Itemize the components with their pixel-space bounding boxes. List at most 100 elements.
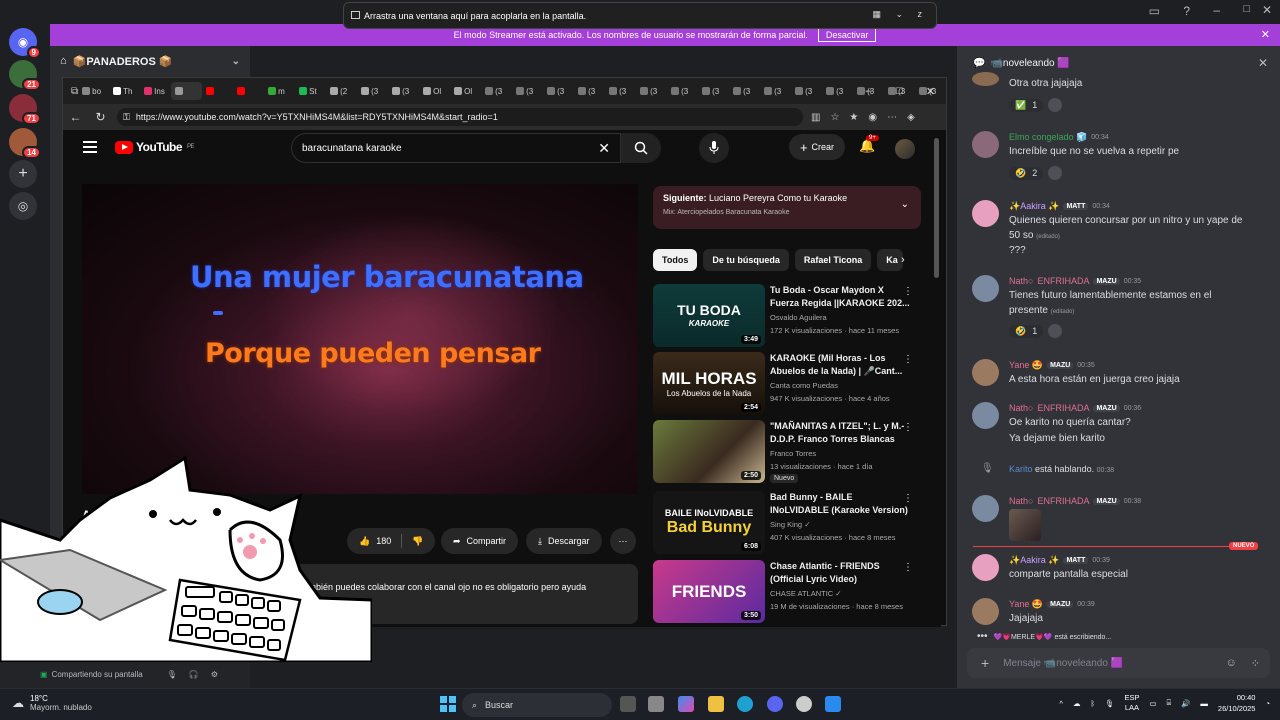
author-name[interactable]: Karito [1009,464,1033,474]
add-reaction-icon[interactable] [1048,98,1063,112]
avatar[interactable] [972,359,999,386]
apps-icon[interactable]: ⁘ [1251,657,1260,670]
site-info-icon[interactable]: ⚿ [123,112,130,123]
more-icon[interactable]: ⋮ [903,562,913,573]
discord-home-icon[interactable]: ◉ 9 [9,28,41,59]
more-icon[interactable]: ⋮ [903,286,913,297]
maximize-icon[interactable]: □ [1243,3,1250,15]
edge-icon[interactable] [737,696,753,712]
video-channel[interactable]: Franco Torres [770,449,816,458]
browser-tab[interactable] [233,82,264,100]
add-server-icon[interactable]: + [9,160,37,188]
browser-tab[interactable]: Ins [140,82,171,100]
video-thumbnail[interactable]: TU BODA KARAOKE 3:49 [653,284,765,347]
notification-icon[interactable]: ◔ [1265,699,1270,708]
clear-search-icon[interactable]: ✕ [598,140,610,157]
video-thumbnail[interactable]: FRIENDS 3:50 [653,560,765,623]
browser-tab[interactable]: (3 [729,82,760,100]
discord-icon[interactable] [767,696,783,712]
list-item[interactable]: FRIENDS 3:50 Chase Atlantic - FRIENDS (Of… [653,560,923,624]
chevron-down-icon[interactable]: ⌄ [901,199,909,210]
microphone-icon[interactable]: 🎙 [1105,699,1115,708]
message-author[interactable]: Nath○ ENFRIHADA MAZU 00:35 [1009,276,1141,286]
language-indicator[interactable]: ESP LAA [1124,693,1139,713]
message-author[interactable]: Yane 🤩 MAZU 00:35 [1009,360,1095,371]
scrollbar[interactable] [934,138,939,278]
task-view-icon[interactable] [620,696,636,712]
browser-tab[interactable]: (3 [388,82,419,100]
help-icon[interactable]: ? [1183,4,1190,18]
browser-tab[interactable] [171,82,203,100]
search-button[interactable] [621,133,661,163]
server-icon[interactable]: 71 [9,94,41,125]
browser-tab[interactable]: bo [78,82,109,100]
browser-tab[interactable]: St [295,82,326,100]
create-button[interactable]: + Crear [789,134,845,160]
browser-tab[interactable]: (3 [760,82,791,100]
browser-tab[interactable]: (3 [357,82,388,100]
server-header[interactable]: ⌂ 📦PANADEROS 📦 ⌄ [50,46,250,76]
browser-tab[interactable]: Ol [450,82,481,100]
browser-tab[interactable]: (3 [574,82,605,100]
video-channel[interactable]: CHASE ATLANTIC ✓ [770,589,842,598]
close-icon[interactable]: ✕ [1262,3,1272,17]
video-title[interactable]: Tu Boda - Oscar Maydon X Fuerza Regida ||… [770,284,910,310]
video-title[interactable]: "MAÑANITAS A ITZEL"; L. y M.- D.D.P. Fran… [770,420,910,446]
avatar[interactable] [972,72,999,86]
refresh-icon[interactable]: ↻ [88,110,113,124]
thumbs-down-icon[interactable]: 👎 [412,536,423,547]
video-thumbnail[interactable]: 2:50 [653,420,765,483]
video-thumbnail[interactable]: BAILE INoLVIDABLE Bad Bunny 6:08 [653,491,765,554]
close-banner-icon[interactable]: ✕ [1261,28,1270,41]
avatar[interactable] [972,598,999,625]
clock[interactable]: 00:40 26/10/2025 [1218,692,1256,714]
notifications-button[interactable]: 🔔 9+ [859,135,879,154]
reader-icon[interactable]: ▥ [811,112,820,123]
browser-tab[interactable]: Th [109,82,140,100]
url-field[interactable]: ⚿ https://www.youtube.com/watch?v=Y5TXNH… [117,108,803,126]
snap-layout-options[interactable]: ▦ ⌄ z [872,9,928,20]
chip-all[interactable]: Todos [653,249,698,271]
chevron-up-icon[interactable]: ^ [1059,699,1063,708]
browser-tab[interactable]: (3 [543,82,574,100]
chevron-right-icon[interactable]: › [901,254,905,266]
app-icon[interactable] [825,696,841,712]
youtube-logo[interactable]: YouTube PE [115,140,195,154]
avatar[interactable] [972,131,999,158]
more-actions-button[interactable]: ⋯ [610,528,636,554]
volume-icon[interactable]: 🔊 [1181,699,1190,708]
voice-controls[interactable]: 🎙🎧⚙ [167,670,230,679]
video-channel[interactable]: Osvaldo Aguilera [770,313,827,322]
minimize-icon[interactable]: – [1213,3,1220,17]
tab-actions-icon[interactable]: ⧉ [71,86,78,97]
emoji-icon[interactable]: ☺ [1226,657,1237,670]
video-title[interactable]: Bad Bunny - BAILE INoLVIDABLE (Karaoke Ve… [770,491,910,517]
tray-app-icon[interactable]: ☁ [1073,699,1081,708]
video-channel[interactable]: Sing King ✓ [770,520,810,529]
app-icon[interactable] [796,696,812,712]
battery-icon[interactable]: ▬ [1200,699,1208,708]
close-icon[interactable]: ✕ [915,85,946,98]
chip-rafael-ticona[interactable]: Rafael Ticona [794,249,872,271]
network-icon[interactable]: ⌸ [1167,698,1172,708]
video-title[interactable]: KARAOKE (Mil Horas - Los Abuelos de la Na… [770,352,910,378]
list-item[interactable]: BAILE INoLVIDABLE Bad Bunny 6:08 Bad Bun… [653,491,923,555]
chip-truncated[interactable]: Ka [877,249,904,271]
profile-icon[interactable]: ◉ [868,112,877,123]
avatar[interactable] [972,275,999,302]
inbox-icon[interactable]: ▭ [1149,4,1160,18]
display-icon[interactable]: ▭ [1149,699,1156,708]
copilot-icon[interactable] [678,696,694,712]
browser-tab[interactable] [202,82,233,100]
message-input[interactable]: + Mensaje 📹noveleando 🟪 ☺ ⁘ [967,648,1270,678]
more-icon[interactable]: ⋮ [903,422,913,433]
video-player[interactable]: Una mujer baracunatana Porque pueden pen… [82,184,638,494]
favorite-icon[interactable]: ☆ [830,112,839,123]
avatar[interactable] [972,402,999,429]
reaction[interactable]: 🤣 1 [1009,324,1044,338]
search-input[interactable]: baracunatana karaoke ✕ [291,133,621,163]
browser-tab[interactable]: m [264,82,295,100]
weather-widget[interactable]: ☁ 18°C Mayorm. nublado [12,694,92,712]
message-author[interactable]: Nath○ ENFRIHADA MAZU 00:36 [1009,403,1141,413]
message-author[interactable]: ✨Aakira ✨ MATT 00:34 [1009,201,1110,212]
